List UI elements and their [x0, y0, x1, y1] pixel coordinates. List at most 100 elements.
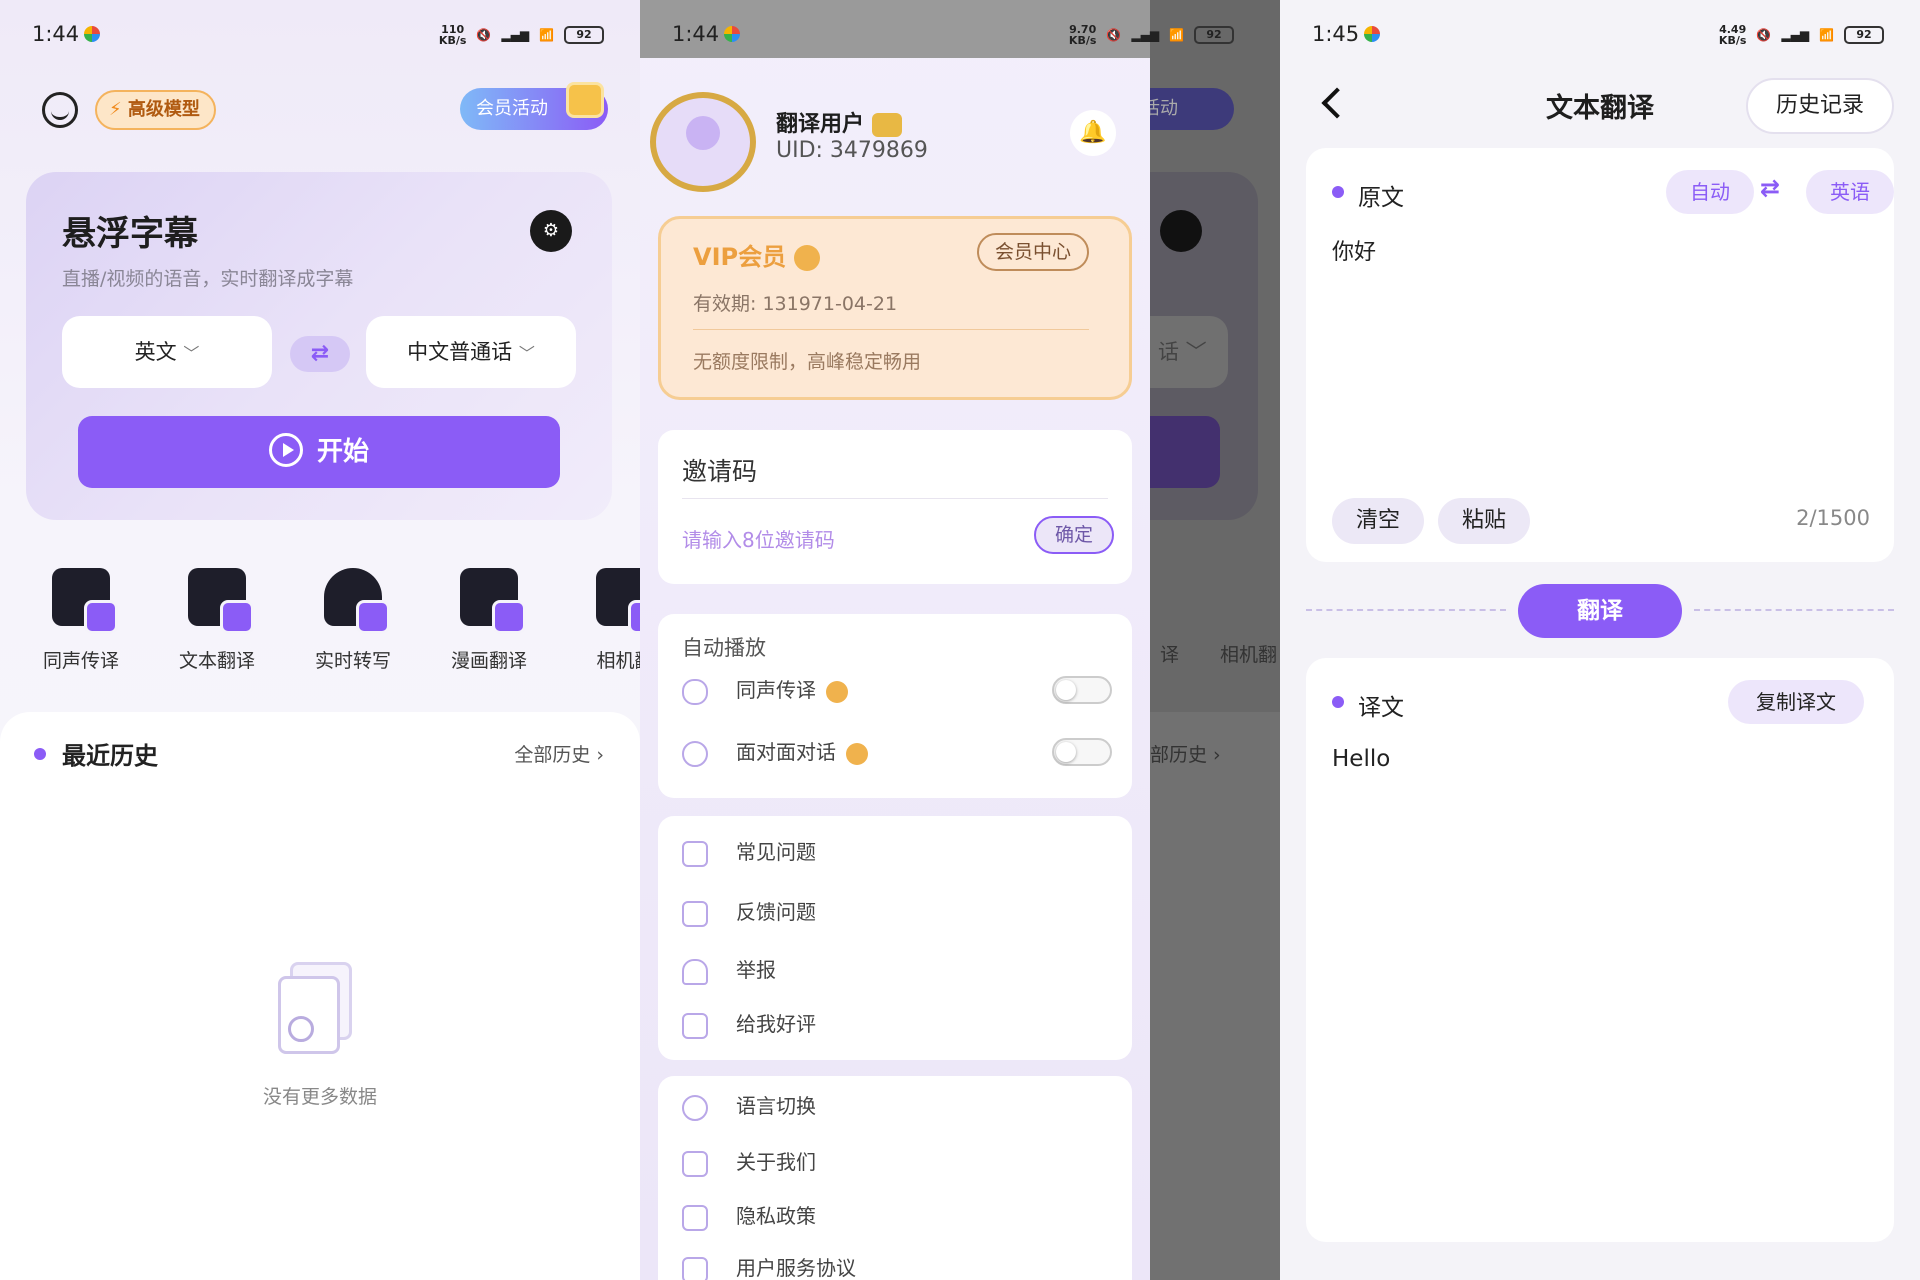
swap-icon[interactable]: ⇄	[1760, 174, 1780, 202]
feature-comic-translate[interactable]: 漫画翻译	[434, 568, 544, 673]
dim-lang-box: 话 ﹀	[1150, 316, 1228, 388]
source-language-select[interactable]: 英文 ﹀	[62, 316, 272, 388]
bell-icon[interactable]: 🔔	[1070, 110, 1116, 156]
target-language-select[interactable]: 中文普通话 ﹀	[366, 316, 576, 388]
microphone-icon	[682, 678, 708, 705]
menu-item-faq[interactable]: 常见问题	[682, 832, 1112, 872]
user-lock-icon	[682, 1204, 708, 1231]
wifi-icon: 📶	[1169, 28, 1184, 42]
feature-text-translate[interactable]: 文本翻译	[162, 568, 272, 673]
section-dot	[34, 748, 46, 760]
text-translate-screen: 1:45 4.49 KB/s 🔇 ▂▄▆ 📶 92 文本翻译 历史记录 原文 自…	[1280, 0, 1920, 1280]
globe-icon	[682, 1094, 708, 1121]
wifi-icon: 📶	[1819, 28, 1834, 42]
status-bar: 1:44 110 KB/s 🔇 ▂▄▆ 📶 92	[0, 0, 640, 68]
mute-icon: 🔇	[476, 28, 492, 42]
avatar[interactable]	[650, 92, 756, 192]
menu-label: 用户服务协议	[736, 1256, 856, 1280]
signal-icon: ▂▄▆	[501, 28, 530, 42]
thumbs-up-icon	[682, 1012, 708, 1039]
menu-item-language[interactable]: 语言切换	[682, 1086, 1112, 1126]
result-card: 译文 复制译文 Hello	[1306, 658, 1894, 1242]
vip-card: VIP会员 会员中心 有效期: 131971-04-21 无额度限制，高峰稳定畅…	[658, 216, 1132, 400]
menu-label: 语言切换	[736, 1094, 816, 1118]
menu-item-report[interactable]: 举报	[682, 950, 1112, 990]
source-label: 原文	[1358, 185, 1404, 211]
invite-confirm-button[interactable]: 确定	[1034, 516, 1114, 554]
target-language-label: 中文普通话	[407, 340, 513, 364]
menu-label: 给我好评	[736, 1012, 816, 1036]
autoplay-label: 同声传译	[736, 678, 816, 702]
report-bell-icon	[682, 958, 708, 985]
invite-code-input[interactable]: 请输入8位邀请码	[682, 524, 835, 553]
status-bar: 1:45 4.49 KB/s 🔇 ▂▄▆ 📶 92	[1280, 0, 1920, 68]
dim-history-label: 部历史 ›	[1150, 744, 1221, 766]
vip-center-button[interactable]: 会员中心	[976, 233, 1089, 271]
menu-item-privacy[interactable]: 隐私政策	[682, 1196, 1112, 1236]
translate-button[interactable]: 翻译	[1518, 584, 1682, 638]
user-uid: UID: 3479869	[776, 138, 928, 163]
network-speed: 9.70 KB/s	[1068, 23, 1097, 47]
dim-history-text: 部历史	[1150, 744, 1208, 766]
menu-label: 举报	[736, 958, 776, 982]
feature-camera-translate[interactable]: 相机翻	[570, 568, 640, 673]
app-notification-icon	[84, 26, 100, 42]
floating-subtitle-card: 悬浮字幕 直播/视频的语音，实时翻译成字幕 ⚙ 英文 ﹀ ⇄ 中文普通话 ﹀ 开…	[26, 172, 612, 520]
card-subtitle: 直播/视频的语音，实时翻译成字幕	[62, 268, 354, 290]
status-time: 1:45	[1312, 22, 1360, 46]
target-language-chip[interactable]: 英语	[1806, 170, 1894, 214]
source-language-label: 英文	[134, 340, 177, 364]
divider-right	[1694, 609, 1894, 611]
app-notification-icon	[1364, 26, 1380, 42]
copy-result-button[interactable]: 复制译文	[1728, 680, 1864, 724]
settings-icon[interactable]: ⚙	[530, 210, 572, 252]
autoplay-face-to-face-toggle[interactable]	[1052, 738, 1112, 766]
divider-left	[1306, 609, 1506, 611]
swap-languages-button[interactable]: ⇄	[290, 336, 350, 372]
autoplay-simultaneous-toggle[interactable]	[1052, 676, 1112, 704]
side-drawer: 1:44 9.70 KB/s 🔇 ▂▄▆ 📶 92 翻译用户 UID: 3479…	[640, 0, 1234, 1280]
empty-state-text: 没有更多数据	[262, 1086, 377, 1108]
vip-badge-icon	[826, 680, 848, 703]
dim-camera-text: 相机翻	[1220, 644, 1278, 666]
section-dot	[1332, 186, 1344, 198]
history-title: 最近历史	[62, 742, 158, 770]
status-time: 1:44	[32, 22, 80, 46]
battery-icon: 92	[1844, 26, 1884, 44]
user-profile-icon[interactable]	[42, 92, 78, 128]
paste-button[interactable]: 粘贴	[1438, 498, 1530, 544]
battery-icon: 92	[1194, 26, 1234, 44]
start-label: 开始	[316, 437, 369, 467]
gift-icon[interactable]	[566, 82, 604, 118]
signal-icon: ▂▄▆	[1781, 28, 1810, 42]
result-text: Hello	[1332, 746, 1391, 772]
clear-button[interactable]: 清空	[1332, 498, 1424, 544]
all-history-link[interactable]: 全部历史 ›	[514, 740, 604, 767]
menu-item-agreement[interactable]: 用户服务协议	[682, 1248, 1112, 1280]
source-text-input[interactable]: 你好	[1332, 234, 1376, 266]
menu-item-feedback[interactable]: 反馈问题	[682, 892, 1112, 932]
history-button[interactable]: 历史记录	[1746, 78, 1894, 134]
dim-overlay[interactable]: 活动 话 ﹀ 译 相机翻 部历史 ›	[1130, 0, 1280, 1280]
advanced-model-button[interactable]: ⚡ 高级模型	[95, 90, 216, 130]
start-button[interactable]: 开始	[78, 416, 560, 488]
autoplay-label: 面对面对话	[736, 740, 836, 764]
source-language-chip[interactable]: 自动	[1666, 170, 1754, 214]
wifi-icon: 📶	[539, 28, 554, 42]
document-translate-icon	[188, 568, 254, 634]
recent-history: 最近历史 全部历史 › 没有更多数据	[0, 712, 640, 1280]
feature-simultaneous[interactable]: 同声传译	[26, 568, 136, 673]
autoplay-item-face-to-face: 面对面对话	[682, 732, 1112, 772]
feedback-icon	[682, 900, 708, 927]
menu-item-about[interactable]: 关于我们	[682, 1142, 1112, 1182]
feature-transcribe[interactable]: 实时转写	[298, 568, 408, 673]
agreement-icon	[682, 1256, 708, 1280]
vip-title: VIP会员	[693, 237, 821, 272]
vip-expiry: 有效期: 131971-04-21	[693, 293, 898, 315]
status-time: 1:44	[672, 22, 720, 46]
section-dot	[1332, 696, 1344, 708]
menu-item-rate[interactable]: 给我好评	[682, 1004, 1112, 1044]
result-label: 译文	[1358, 695, 1404, 721]
question-icon	[682, 840, 708, 867]
mute-icon: 🔇	[1756, 28, 1772, 42]
